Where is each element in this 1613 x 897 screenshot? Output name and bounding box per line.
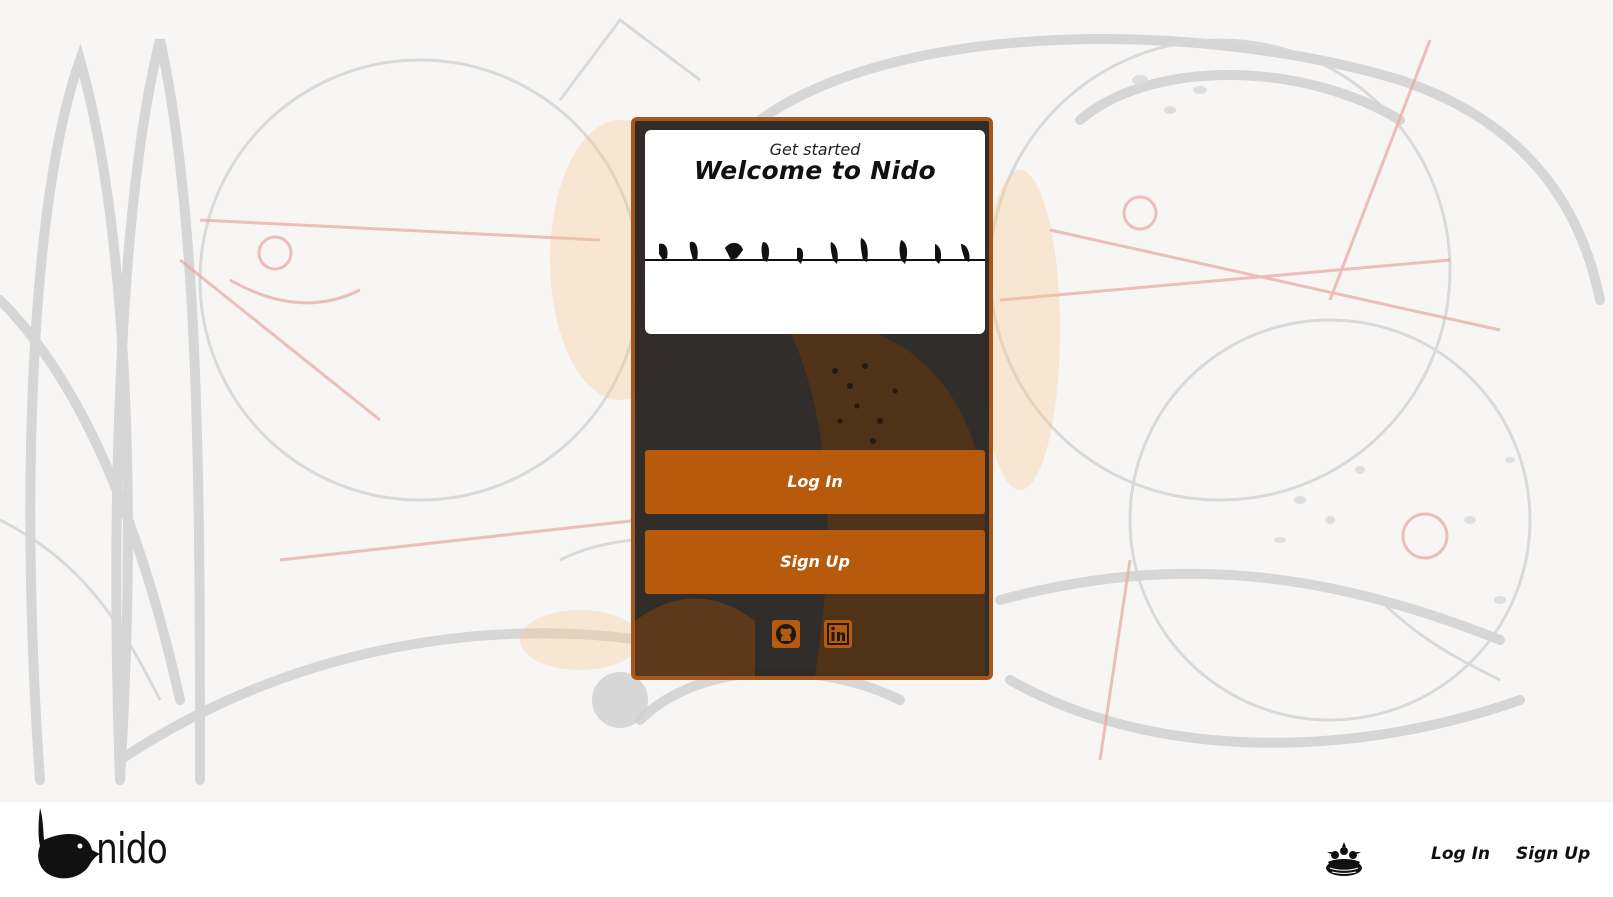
birds-on-wire-illustration: [645, 238, 985, 264]
page: Get started Welcome to Nido Log In Sign …: [0, 0, 1613, 897]
nido-logo[interactable]: nido: [34, 804, 174, 884]
footer-bar: nido Log In Sign Up: [0, 802, 1613, 897]
nav-signup-link[interactable]: Sign Up: [1516, 844, 1590, 864]
linkedin-icon: [826, 623, 849, 645]
github-icon: [776, 624, 797, 644]
signup-button[interactable]: Sign Up: [645, 530, 985, 594]
linkedin-link[interactable]: [823, 620, 852, 648]
banner-headline: Welcome to Nido: [693, 156, 937, 185]
nav-login-link[interactable]: Log In: [1431, 844, 1490, 864]
bird-logo-icon: [38, 808, 100, 879]
welcome-card: Get started Welcome to Nido Log In Sign …: [631, 117, 993, 680]
background-illustration: Get started Welcome to Nido Log In Sign …: [0, 0, 1613, 802]
social-links: [635, 620, 989, 650]
github-link[interactable]: [772, 620, 801, 648]
welcome-banner: Get started Welcome to Nido: [645, 130, 985, 334]
login-button[interactable]: Log In: [645, 450, 985, 514]
brand-wordmark: nido: [96, 824, 168, 873]
nest-icon[interactable]: [1322, 840, 1366, 880]
